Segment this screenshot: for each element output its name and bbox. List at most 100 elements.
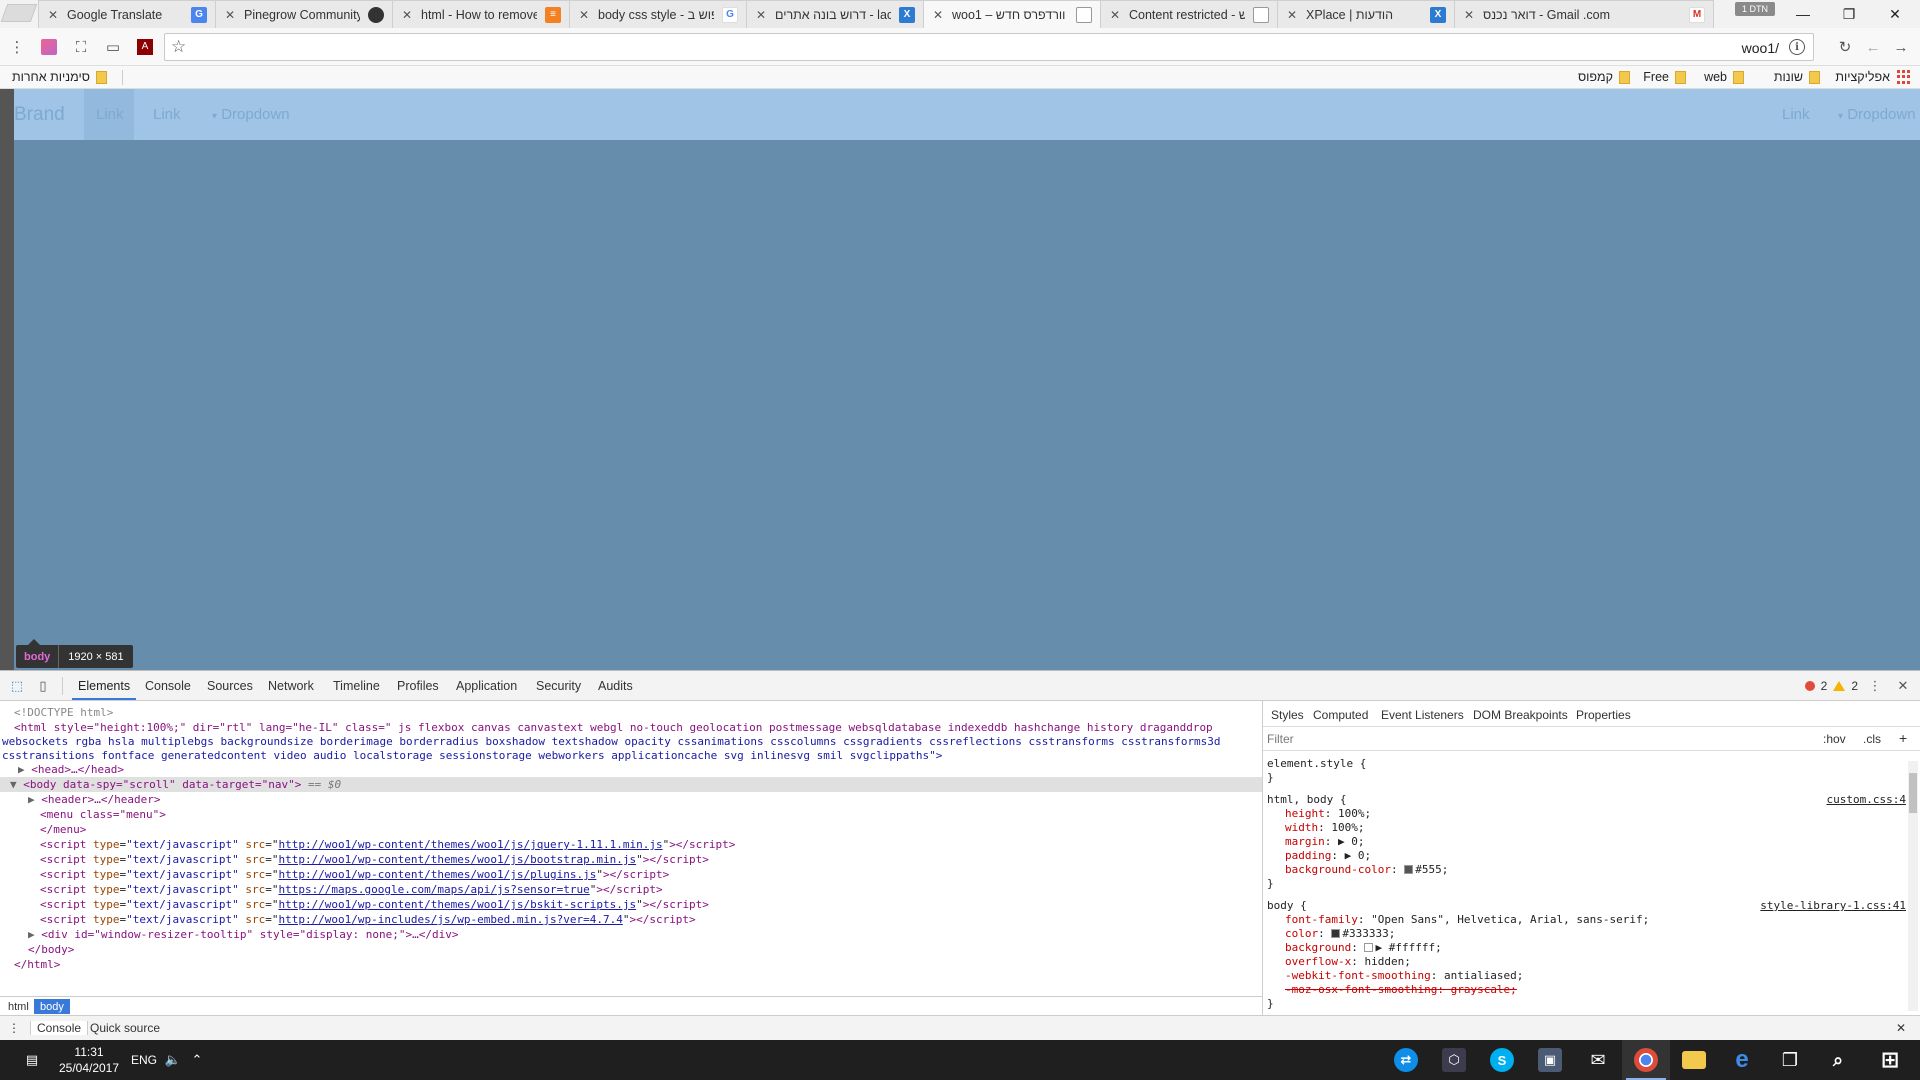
extension-paint-icon[interactable] bbox=[38, 36, 60, 58]
cls-toggle[interactable]: .cls bbox=[1863, 732, 1881, 746]
pdf-icon[interactable]: A bbox=[134, 36, 156, 58]
bookmark-folder[interactable]: שונות bbox=[1774, 68, 1820, 86]
browser-tab[interactable]: ✕ html - How to remove ≡ bbox=[392, 0, 570, 28]
notification-center-icon[interactable]: ▤ bbox=[10, 1040, 54, 1080]
collapse-arrow-icon[interactable]: ▼ bbox=[10, 778, 23, 791]
close-icon[interactable]: ✕ bbox=[755, 8, 767, 22]
rule-source-link[interactable]: style-library-1.css:41 bbox=[1760, 899, 1906, 913]
volume-icon[interactable]: 🔈 bbox=[160, 1040, 186, 1080]
profile-badge[interactable]: 1 DTN bbox=[1735, 2, 1775, 16]
close-drawer-icon[interactable]: ✕ bbox=[1896, 1021, 1906, 1035]
color-swatch[interactable] bbox=[1364, 943, 1374, 952]
dom-html-close[interactable]: </html> bbox=[14, 957, 60, 972]
css-declaration[interactable]: background-color: #555; bbox=[1285, 863, 1448, 877]
dom-script[interactable]: <script type="text/javascript" src="http… bbox=[40, 852, 709, 867]
tab-timeline[interactable]: Timeline bbox=[333, 679, 380, 693]
drawer-tab-quick-source[interactable]: Quick source bbox=[90, 1021, 160, 1035]
dom-head[interactable]: ▶ <head>…</head> bbox=[18, 762, 124, 777]
restore-button[interactable]: ❐ bbox=[1826, 0, 1872, 28]
bookmark-other[interactable]: סימניות אחרות bbox=[12, 68, 107, 86]
drawer-menu-icon[interactable]: ⋮ bbox=[8, 1021, 20, 1035]
dom-script[interactable]: <script type="text/javascript" src="http… bbox=[40, 837, 735, 852]
bookmark-star-icon[interactable]: ☆ bbox=[171, 37, 186, 57]
tab-audits[interactable]: Audits bbox=[598, 679, 633, 693]
css-declaration[interactable]: height: 100%; bbox=[1285, 807, 1371, 821]
tab-sources[interactable]: Sources bbox=[207, 679, 253, 693]
tab-styles[interactable]: Styles bbox=[1271, 708, 1304, 722]
skype-icon[interactable]: S bbox=[1478, 1040, 1526, 1080]
tab-computed[interactable]: Computed bbox=[1313, 708, 1368, 722]
mail-icon[interactable]: ✉ bbox=[1574, 1040, 1622, 1080]
tab-event-listeners[interactable]: Event Listeners bbox=[1381, 708, 1464, 722]
scrollbar-thumb[interactable] bbox=[1909, 773, 1917, 813]
close-window-button[interactable]: ✕ bbox=[1872, 0, 1918, 28]
tab-application[interactable]: Application bbox=[456, 679, 517, 693]
css-declaration[interactable]: overflow-x: hidden; bbox=[1285, 955, 1411, 969]
expand-arrow-icon[interactable]: ▶ bbox=[28, 793, 41, 806]
script-src-link[interactable]: http://woo1/wp-content/themes/woo1/js/pl… bbox=[278, 868, 596, 881]
bookmark-folder[interactable]: web bbox=[1704, 68, 1744, 86]
forward-icon[interactable]: ← bbox=[1862, 36, 1884, 58]
chrome-icon[interactable] bbox=[1622, 1040, 1670, 1080]
task-view-icon[interactable]: ❐ bbox=[1766, 1040, 1814, 1080]
breadcrumb-html[interactable]: html bbox=[2, 999, 35, 1014]
css-declaration[interactable]: padding: ▶ 0; bbox=[1285, 849, 1371, 863]
drawer-tab-console[interactable]: Console bbox=[30, 1021, 89, 1035]
close-icon[interactable]: ✕ bbox=[47, 8, 59, 22]
new-tab-button[interactable] bbox=[0, 4, 38, 22]
tab-properties[interactable]: Properties bbox=[1576, 708, 1631, 722]
color-swatch[interactable] bbox=[1331, 929, 1341, 938]
browser-tab[interactable]: ✕ דרוש בונה אתרים - lace X bbox=[746, 0, 924, 28]
tab-console[interactable]: Console bbox=[145, 679, 191, 693]
visual-studio-icon[interactable]: ⬡ bbox=[1430, 1040, 1478, 1080]
clock[interactable]: 11:31 25/04/2017 bbox=[54, 1040, 124, 1080]
add-rule-icon[interactable]: + bbox=[1899, 730, 1907, 746]
browser-tab[interactable]: ✕ Pinegrow Community F bbox=[215, 0, 393, 28]
dom-body-close[interactable]: </body> bbox=[28, 942, 74, 957]
dom-menu-close[interactable]: </menu> bbox=[40, 822, 86, 837]
script-src-link[interactable]: http://woo1/wp-includes/js/wp-embed.min.… bbox=[278, 913, 622, 926]
css-declaration[interactable]: background: ▶ #ffffff; bbox=[1285, 941, 1442, 955]
dom-script[interactable]: <script type="text/javascript" src="http… bbox=[40, 912, 696, 927]
tab-network[interactable]: Network bbox=[268, 679, 314, 693]
css-declaration-overridden[interactable]: -moz-osx-font-smoothing: grayscale; bbox=[1285, 983, 1517, 997]
device-toolbar-icon[interactable]: ▯ bbox=[34, 677, 52, 695]
script-src-link[interactable]: http://woo1/wp-content/themes/woo1/js/jq… bbox=[278, 838, 662, 851]
close-icon[interactable]: ✕ bbox=[224, 8, 236, 22]
browser-tab[interactable]: ✕ XPlace | הודעות X bbox=[1277, 0, 1455, 28]
close-icon[interactable]: ✕ bbox=[1463, 8, 1475, 22]
rule-source-link[interactable]: custom.css:4 bbox=[1827, 793, 1906, 807]
inspect-element-icon[interactable]: ⬚ bbox=[8, 677, 26, 695]
reload-icon[interactable]: ↻ bbox=[1834, 36, 1856, 58]
css-declaration[interactable]: -webkit-font-smoothing: antialiased; bbox=[1285, 969, 1523, 983]
dom-script[interactable]: <script type="text/javascript" src="http… bbox=[40, 867, 669, 882]
css-declaration[interactable]: color: #333333; bbox=[1285, 927, 1395, 941]
script-src-link[interactable]: http://woo1/wp-content/themes/woo1/js/bo… bbox=[278, 853, 636, 866]
dom-doctype[interactable]: <!DOCTYPE html> bbox=[14, 705, 113, 720]
menu-kebab-icon[interactable]: ⋮ bbox=[6, 36, 28, 58]
window-resizer-icon[interactable]: ▭ bbox=[102, 36, 124, 58]
tab-dom-breakpoints[interactable]: DOM Breakpoints bbox=[1473, 708, 1568, 722]
dom-body-selected[interactable]: ▼ <body data-spy="scroll" data-target="n… bbox=[0, 777, 1262, 792]
browser-tab[interactable]: ✕ Content restricted - ‏ש bbox=[1100, 0, 1278, 28]
expand-arrow-icon[interactable]: ▶ bbox=[18, 763, 31, 776]
tab-security[interactable]: Security bbox=[536, 679, 581, 693]
sublime-icon[interactable]: ▣ bbox=[1526, 1040, 1574, 1080]
error-warning-counter[interactable]: 2 2 bbox=[1804, 679, 1858, 693]
browser-tab[interactable]: ✕ body css style - ‏חיפוש ב G bbox=[569, 0, 747, 28]
nav-dropdown[interactable]: ▾ Dropdown bbox=[1838, 106, 1916, 123]
close-icon[interactable]: ✕ bbox=[401, 8, 413, 22]
back-icon[interactable]: → bbox=[1890, 36, 1912, 58]
browser-tab-active[interactable]: ✕ woo1 – ‏אתר וורדפרס חדש bbox=[923, 0, 1101, 28]
navbar-brand[interactable]: Brand bbox=[14, 104, 65, 126]
dom-script[interactable]: <script type="text/javascript" src="http… bbox=[40, 897, 709, 912]
minimize-button[interactable]: — bbox=[1780, 0, 1826, 28]
close-icon[interactable]: ✕ bbox=[932, 8, 944, 22]
close-icon[interactable]: ✕ bbox=[1286, 8, 1298, 22]
scrollbar[interactable] bbox=[1908, 761, 1918, 1011]
address-bar[interactable]: ☆ woo1/ i bbox=[164, 33, 1814, 61]
nav-link[interactable]: Link bbox=[153, 106, 181, 123]
css-declaration[interactable]: margin: ▶ 0; bbox=[1285, 835, 1365, 849]
hov-toggle[interactable]: :hov bbox=[1823, 732, 1846, 746]
language-indicator[interactable]: ENG bbox=[126, 1040, 162, 1080]
